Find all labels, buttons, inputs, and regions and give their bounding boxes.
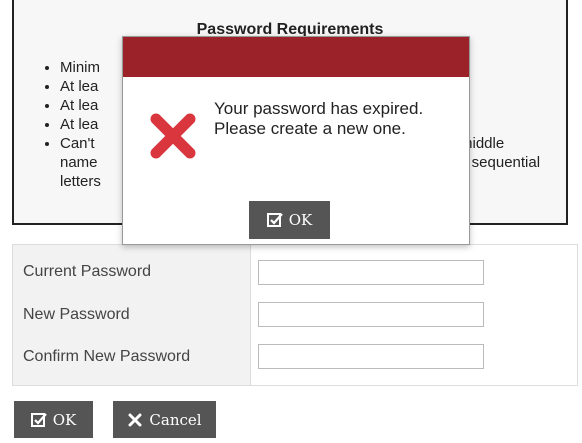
new-password-field[interactable] <box>258 302 484 327</box>
checkbox-check-icon <box>266 213 283 227</box>
close-icon <box>128 413 142 426</box>
label-column: Current Password New Password Confirm Ne… <box>13 245 251 385</box>
ok-button-label: OK <box>52 410 77 429</box>
password-form: Current Password New Password Confirm Ne… <box>12 244 578 386</box>
checkbox-check-icon <box>30 412 47 427</box>
current-password-field[interactable] <box>258 260 484 285</box>
new-password-label: New Password <box>23 306 130 323</box>
current-password-label: Current Password <box>23 263 152 280</box>
error-x-icon <box>150 113 196 159</box>
cancel-button[interactable]: Cancel <box>113 401 216 438</box>
dialog-ok-button[interactable]: OK <box>249 201 330 239</box>
confirm-password-field[interactable] <box>258 344 484 369</box>
ok-button[interactable]: OK <box>14 401 93 438</box>
dialog-ok-label: OK <box>288 211 313 229</box>
dialog-header-bar <box>123 37 469 77</box>
dialog-message: Your password has expired. Please create… <box>214 99 424 138</box>
cancel-button-label: Cancel <box>149 410 202 429</box>
confirm-password-label: Confirm New Password <box>23 348 191 365</box>
expired-password-dialog: Your password has expired. Please create… <box>122 36 470 245</box>
